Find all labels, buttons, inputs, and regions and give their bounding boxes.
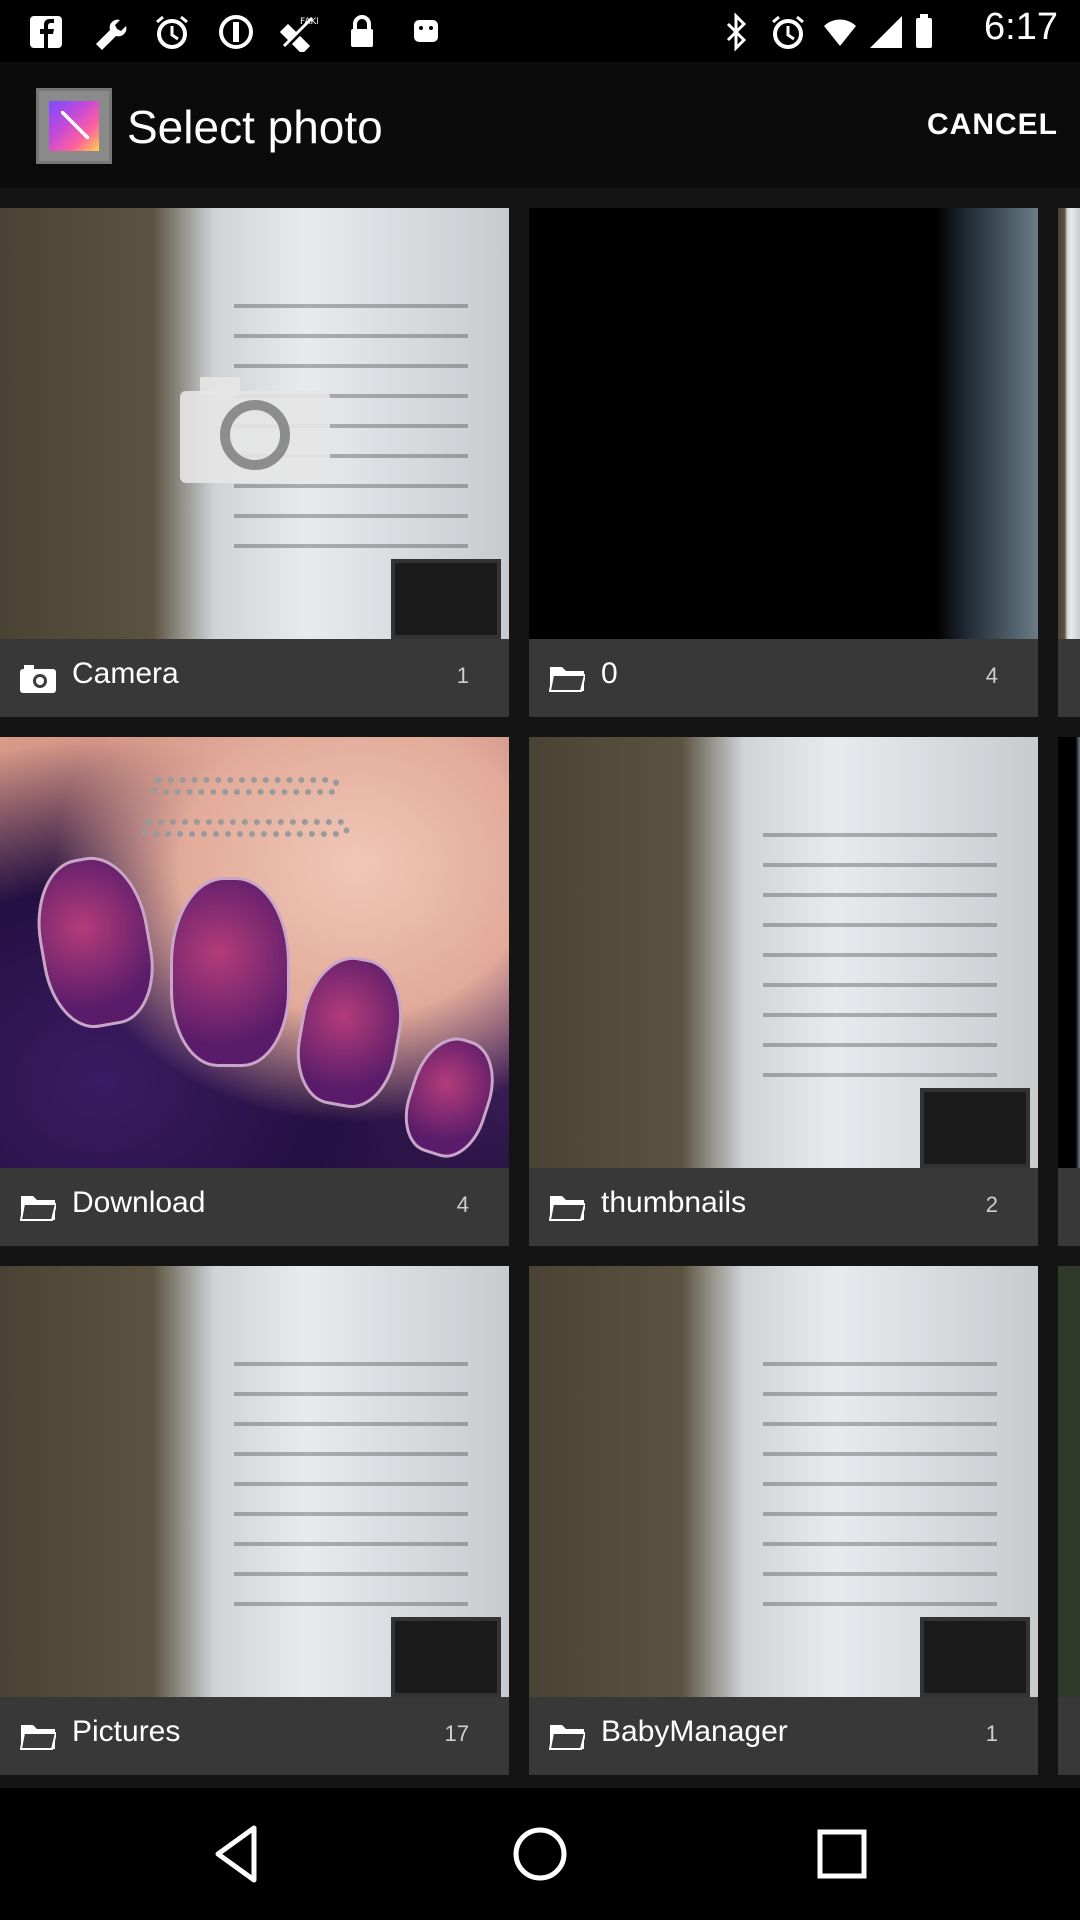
- album-name: Download: [72, 1186, 206, 1219]
- bluetooth-icon: [716, 12, 756, 52]
- circle-status-icon: [216, 12, 256, 52]
- svg-text:FAKE: FAKE: [300, 17, 318, 27]
- page-title: Select photo: [127, 101, 383, 153]
- album-thumbnail: [0, 1266, 509, 1697]
- album-label-bar: thumbnails 2: [529, 1168, 1038, 1246]
- album-thumbnail: [529, 1266, 1038, 1697]
- album-count: 1: [456, 663, 469, 688]
- album-tile-thumbnails[interactable]: thumbnails 2: [529, 737, 1038, 1246]
- album-count: 4: [456, 1192, 469, 1217]
- album-tile-partial[interactable]: [1058, 1266, 1080, 1775]
- album-label-bar: [1058, 1168, 1080, 1246]
- album-thumbnail: [1058, 1266, 1080, 1697]
- album-tile-partial[interactable]: [1058, 208, 1080, 717]
- alarm-icon: [768, 12, 808, 52]
- folder-icon: [20, 1196, 56, 1221]
- album-tile-camera[interactable]: Camera 1: [0, 208, 509, 717]
- album-tile-pictures[interactable]: Pictures 17: [0, 1266, 509, 1775]
- clock: 6:17: [984, 6, 1058, 48]
- back-icon[interactable]: [204, 1820, 272, 1888]
- signal-icon: [866, 12, 906, 52]
- folder-icon: [549, 1196, 585, 1221]
- album-thumbnail: [0, 208, 509, 639]
- folder-icon: [20, 1725, 56, 1750]
- album-count: 4: [985, 663, 998, 688]
- album-thumbnail: [529, 208, 1038, 639]
- album-count: 2: [985, 1192, 998, 1217]
- album-thumbnail: [0, 737, 509, 1168]
- camera-icon: [180, 377, 330, 483]
- album-label-bar: [1058, 1697, 1080, 1775]
- wrench-icon: [88, 12, 128, 52]
- album-name: BabyManager: [601, 1715, 788, 1748]
- status-bar: FAKE 6:17: [0, 0, 1080, 62]
- navigation-bar: [0, 1788, 1080, 1920]
- recents-icon[interactable]: [808, 1820, 876, 1888]
- wifi-icon: [820, 12, 860, 52]
- folder-icon: [549, 667, 585, 692]
- album-name: thumbnails: [601, 1186, 747, 1219]
- album-label-bar: Download 4: [0, 1168, 509, 1246]
- album-tile-partial[interactable]: [1058, 737, 1080, 1246]
- battery-icon: [912, 12, 936, 52]
- album-count: 17: [444, 1721, 469, 1746]
- album-thumbnail: [1058, 737, 1080, 1168]
- folder-icon: [549, 1725, 585, 1750]
- cancel-button[interactable]: CANCEL: [927, 108, 1058, 142]
- album-label-bar: Camera 1: [0, 639, 509, 717]
- facebook-icon: [26, 12, 66, 52]
- album-tile-0[interactable]: 0 4: [529, 208, 1038, 717]
- camera-icon: [20, 665, 56, 693]
- album-tile-download[interactable]: Download 4: [0, 737, 509, 1246]
- album-name: 0: [601, 657, 618, 690]
- fake-gps-icon: FAKE: [278, 12, 322, 55]
- album-label-bar: 0 4: [529, 639, 1038, 717]
- album-label-bar: [1058, 639, 1080, 717]
- album-thumbnail: [1058, 208, 1080, 639]
- album-grid[interactable]: Camera 1 0 4 Download 4 thumbnails 2 Pic…: [0, 188, 1080, 1788]
- action-bar: Select photo CANCEL: [0, 62, 1080, 188]
- gallery-app-icon: [36, 88, 112, 164]
- android-icon: [406, 12, 446, 52]
- album-thumbnail: [529, 737, 1038, 1168]
- album-label-bar: BabyManager 1: [529, 1697, 1038, 1775]
- alarm-icon: [152, 12, 192, 52]
- home-icon[interactable]: [506, 1820, 574, 1888]
- album-label-bar: Pictures 17: [0, 1697, 509, 1775]
- lock-icon: [342, 12, 382, 52]
- album-name: Pictures: [72, 1715, 181, 1748]
- album-tile-babymanager[interactable]: BabyManager 1: [529, 1266, 1038, 1775]
- album-name: Camera: [72, 657, 179, 690]
- album-count: 1: [985, 1721, 998, 1746]
